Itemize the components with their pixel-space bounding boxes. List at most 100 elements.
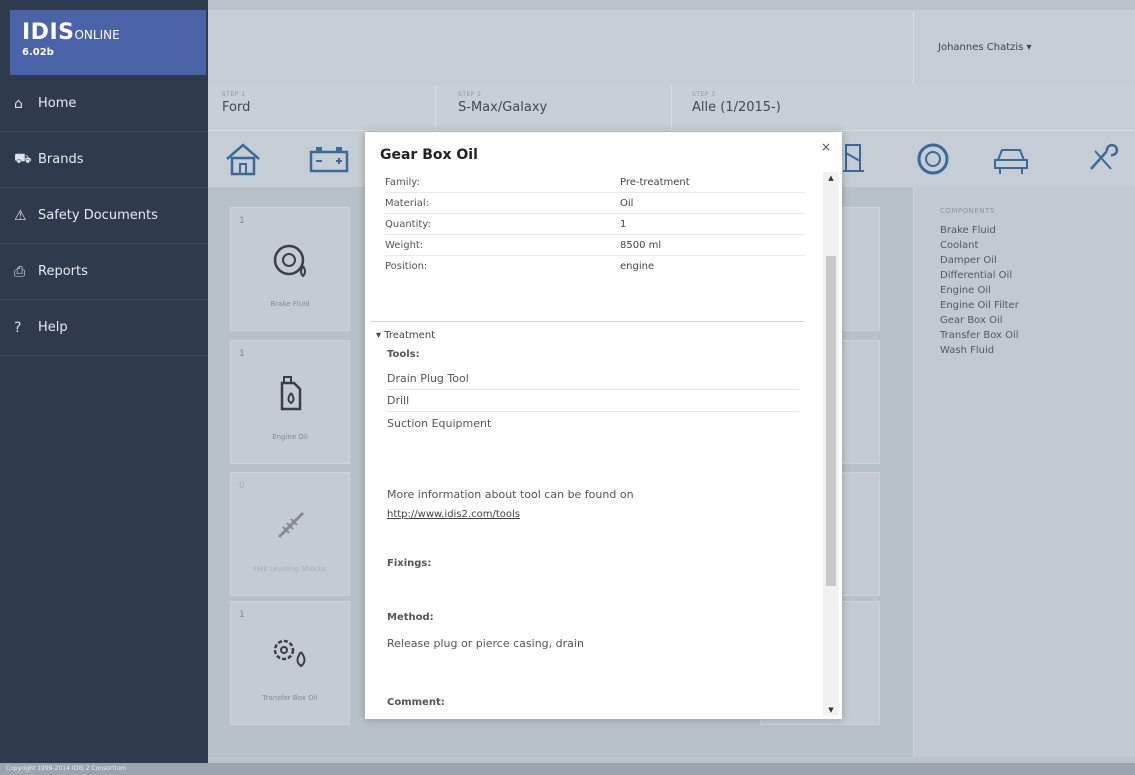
card-count: 1 [239,610,245,620]
home-category-button[interactable] [218,137,268,181]
property-row: Position: engine [385,256,805,277]
tools-category-button[interactable] [1076,137,1126,181]
component-link[interactable]: Wash Fluid [940,343,1135,358]
car-lift-icon [994,149,1028,174]
card-count: 1 [239,349,245,359]
modal-scrollbar[interactable]: ▲ ▼ [823,172,839,716]
component-card-brake-fluid[interactable]: 1 Brake Fluid [230,207,350,331]
house-icon [226,143,260,176]
app-logo[interactable]: IDISONLINE 6.02b [10,10,206,75]
property-row: Quantity: 1 [385,214,805,235]
scroll-down-arrow-icon[interactable]: ▼ [823,706,839,714]
nav-item-help[interactable]: ? Help [0,300,208,356]
nav-item-reports[interactable]: ⎙ Reports [0,244,208,300]
method-label: Method: [387,612,434,623]
component-card-transfer-box-oil[interactable]: 1 Transfer Box Oil [230,601,350,725]
components-panel: COMPONENTS Brake Fluid Coolant Damper Oi… [913,187,1135,757]
component-link[interactable]: Coolant [940,238,1135,253]
help-icon: ? [14,319,22,336]
step-3-value: Alle (1/2015-) [692,100,781,115]
nav-label-brands: Brands [38,152,84,167]
property-value: 8500 ml [620,239,662,251]
component-link[interactable]: Gear Box Oil [940,313,1135,328]
warning-icon: ⚠ [14,207,27,224]
card-count: 1 [239,216,245,226]
printer-icon: ⎙ [14,263,26,280]
footer-bar: Copyright 1999-2014 IDIS 2 Consortium [0,763,1135,775]
shock-absorber-icon [269,503,313,547]
modal-title: Gear Box Oil [380,147,478,163]
properties-table: Family: Pre-treatment Material: Oil Quan… [385,172,805,277]
tool-item: Drain Plug Tool [387,368,799,390]
app-version: 6.02b [22,47,54,58]
comment-label: Comment: [387,697,445,708]
property-value: 1 [620,218,627,230]
logo-suffix: ONLINE [74,28,120,42]
step-1-value: Ford [222,100,251,115]
property-key: Family: [385,176,420,188]
component-link[interactable]: Engine Oil Filter [940,298,1135,313]
car-lift-category-button[interactable] [986,137,1036,181]
component-link[interactable]: Brake Fluid [940,223,1135,238]
property-row: Family: Pre-treatment [385,172,805,193]
card-label: Hall Leveling Shocks [254,565,326,573]
wheel-category-button[interactable] [908,137,958,181]
card-label: Brake Fluid [270,300,310,308]
nav-label-safety-documents: Safety Documents [38,208,158,223]
oil-can-icon [269,371,313,415]
battery-category-button[interactable] [304,137,354,181]
step-2-label: STEP 2 [458,91,482,98]
more-info-text: More information about tool can be found… [387,488,634,501]
section-divider [370,321,804,322]
scrollbar-thumb[interactable] [826,256,836,586]
nav-label-home: Home [38,96,77,111]
wrench-icon [1090,143,1119,170]
step-1[interactable]: STEP 1 Ford [208,85,436,131]
component-card-shocks[interactable]: 0 Hall Leveling Shocks [230,472,350,596]
step-1-label: STEP 1 [222,91,246,98]
user-name: Johannes Chatzis ▾ [938,42,1032,53]
component-link[interactable]: Engine Oil [940,283,1135,298]
tools-list: Drain Plug Tool Drill Suction Equipment [387,368,799,434]
component-link[interactable]: Damper Oil [940,253,1135,268]
tools-link[interactable]: http://www.idis2.com/tools [387,509,520,520]
main-nav: ⌂ Home ⛟ Brands ⚠ Safety Documents ⎙ Rep… [0,76,208,356]
logo-name: IDIS [22,20,75,45]
user-menu[interactable]: Johannes Chatzis ▾ [913,10,1135,85]
scroll-up-arrow-icon[interactable]: ▲ [823,174,839,182]
property-row: Weight: 8500 ml [385,235,805,256]
step-breadcrumb: STEP 1 Ford STEP 2 S-Max/Galaxy STEP 3 A… [208,85,1135,131]
step-2[interactable]: STEP 2 S-Max/Galaxy [444,85,672,131]
tools-label: Tools: [387,349,420,360]
property-row: Material: Oil [385,193,805,214]
close-icon[interactable]: × [821,140,831,154]
nav-item-brands[interactable]: ⛟ Brands [0,132,208,188]
property-key: Material: [385,197,429,209]
property-value: Pre-treatment [620,176,690,188]
property-key: Weight: [385,239,424,251]
gear-oil-icon [269,632,313,676]
step-2-value: S-Max/Galaxy [458,100,548,115]
top-bar: Johannes Chatzis ▾ [208,10,1135,85]
property-key: Position: [385,261,428,272]
component-link[interactable]: Transfer Box Oil [940,328,1135,343]
card-label: Transfer Box Oil [262,694,318,702]
nav-item-home[interactable]: ⌂ Home [0,76,208,132]
card-count: 0 [239,481,245,491]
method-text: Release plug or pierce casing, drain [387,637,584,650]
copyright-text: Copyright 1999-2014 IDIS 2 Consortium [6,765,127,772]
step-3-label: STEP 3 [692,91,716,98]
sidebar: IDISONLINE 6.02b ⌂ Home ⛟ Brands ⚠ Safet… [0,0,208,775]
nav-item-safety-documents[interactable]: ⚠ Safety Documents [0,188,208,244]
step-3[interactable]: STEP 3 Alle (1/2015-) [678,85,906,131]
component-link[interactable]: Differential Oil [940,268,1135,283]
treatment-toggle[interactable]: ▾ Treatment [376,330,435,341]
card-label: Engine Oil [272,433,308,441]
component-card-engine-oil[interactable]: 1 Engine Oil [230,340,350,464]
battery-icon [309,147,349,173]
wheel-icon [917,143,949,175]
exhaust-icon [843,144,864,172]
property-value: engine [620,261,655,272]
car-icon: ⛟ [14,150,32,167]
components-heading: COMPONENTS [940,207,995,215]
